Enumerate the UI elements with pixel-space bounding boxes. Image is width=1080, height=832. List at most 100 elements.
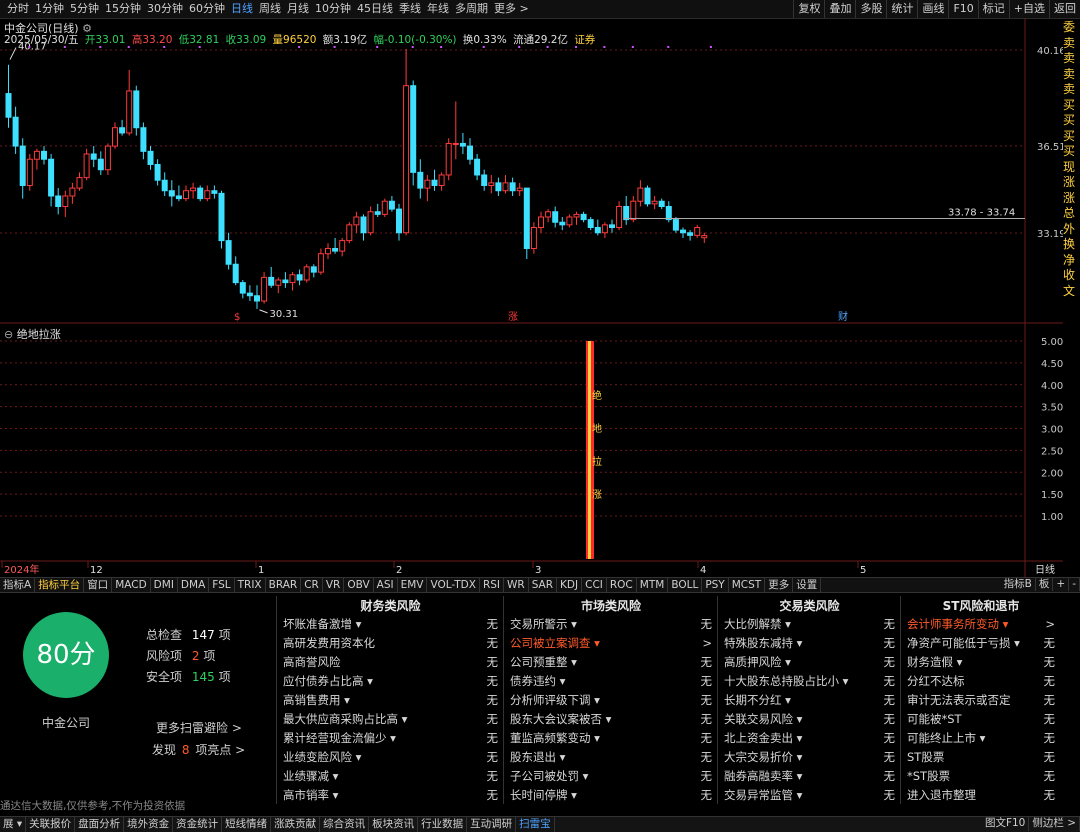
- risk-row[interactable]: 最大供应商采购占比高 ▾ 无: [283, 710, 498, 729]
- period-tab-13[interactable]: 多周期: [452, 0, 491, 18]
- risk-row[interactable]: 交易所警示 ▾ 无: [510, 615, 712, 634]
- risk-row[interactable]: 高质押风险 ▾ 无: [724, 653, 895, 672]
- indicator-tab-0[interactable]: 指标A: [0, 578, 36, 592]
- tool-button-1[interactable]: 叠加: [824, 0, 855, 18]
- risk-row[interactable]: 高销售费用 ▾ 无: [283, 691, 498, 710]
- period-tab-1[interactable]: 1分钟: [32, 0, 67, 18]
- bottom-tab-7[interactable]: 综合资讯: [320, 817, 370, 832]
- indicator-right-tab-1[interactable]: 板: [1036, 577, 1054, 591]
- bottom-tab-6[interactable]: 涨跌贡献: [271, 817, 321, 832]
- period-tab-11[interactable]: 季线: [396, 0, 424, 18]
- indicator-right-tab-2[interactable]: +: [1053, 577, 1070, 591]
- bottom-right-tab-0[interactable]: 图文F10: [982, 816, 1030, 831]
- risk-row[interactable]: *ST股票 无: [907, 767, 1055, 786]
- indicator-tab-3[interactable]: MACD: [112, 578, 151, 592]
- indicator-right-tab-3[interactable]: -: [1069, 577, 1080, 591]
- bottom-right-tab-1[interactable]: 侧边栏 >: [1029, 816, 1080, 831]
- indicator-tab-26[interactable]: 设置: [793, 578, 822, 592]
- risk-row[interactable]: 高市销率 ▾ 无: [283, 786, 498, 805]
- risk-row[interactable]: 债券违约 ▾ 无: [510, 672, 712, 691]
- risk-row[interactable]: 股东大会议案被否 ▾ 无: [510, 710, 712, 729]
- period-tab-14[interactable]: 更多 >: [491, 0, 532, 18]
- highlights-link[interactable]: 发现 8 项亮点 >: [152, 741, 245, 758]
- period-tab-8[interactable]: 月线: [284, 0, 312, 18]
- indicator-tab-1[interactable]: 指标平台: [35, 578, 85, 592]
- indicator-tab-21[interactable]: MTM: [637, 578, 669, 592]
- indicator-tab-25[interactable]: 更多: [765, 578, 794, 592]
- risk-row[interactable]: 业绩变脸风险 ▾ 无: [283, 748, 498, 767]
- indicator-tab-2[interactable]: 窗口: [84, 578, 113, 592]
- tool-button-5[interactable]: F10: [948, 0, 977, 18]
- risk-row[interactable]: 高研发费用资本化 无: [283, 634, 498, 653]
- risk-row[interactable]: 审计无法表示或否定 无: [907, 691, 1055, 710]
- indicator-tab-23[interactable]: PSY: [702, 578, 729, 592]
- risk-row[interactable]: 股东退出 ▾ 无: [510, 748, 712, 767]
- risk-row[interactable]: 长期不分红 ▾ 无: [724, 691, 895, 710]
- bottom-tab-2[interactable]: 盘面分析: [75, 817, 125, 832]
- period-tab-3[interactable]: 15分钟: [102, 0, 144, 18]
- indicator-tab-6[interactable]: FSL: [209, 578, 235, 592]
- indicator-tab-14[interactable]: VOL-TDX: [427, 578, 480, 592]
- indicator-tab-19[interactable]: CCI: [582, 578, 607, 592]
- period-tab-0[interactable]: 分时: [4, 0, 32, 18]
- period-tab-12[interactable]: 年线: [424, 0, 452, 18]
- bottom-tab-8[interactable]: 板块资讯: [369, 817, 419, 832]
- bottom-tab-9[interactable]: 行业数据: [418, 817, 468, 832]
- tool-button-6[interactable]: 标记: [977, 0, 1009, 18]
- risk-row[interactable]: 董监高频繁变动 ▾ 无: [510, 729, 712, 748]
- risk-row[interactable]: 交易异常监管 ▾ 无: [724, 786, 895, 805]
- risk-row[interactable]: 分析师评级下调 ▾ 无: [510, 691, 712, 710]
- tool-button-4[interactable]: 画线: [917, 0, 948, 18]
- indicator-tab-17[interactable]: SAR: [529, 578, 558, 592]
- risk-row[interactable]: 进入退市整理 无: [907, 786, 1055, 805]
- tool-button-3[interactable]: 统计: [886, 0, 917, 18]
- indicator-tab-5[interactable]: DMA: [178, 578, 210, 592]
- more-risk-link[interactable]: 更多扫雷避险 >: [156, 719, 242, 736]
- risk-row[interactable]: 累计经营现金流偏少 ▾ 无: [283, 729, 498, 748]
- risk-row[interactable]: 融券高融卖率 ▾ 无: [724, 767, 895, 786]
- period-tab-9[interactable]: 10分钟: [312, 0, 354, 18]
- bottom-tab-5[interactable]: 短线情绪: [222, 817, 272, 832]
- tool-button-0[interactable]: 复权: [793, 0, 824, 18]
- risk-row[interactable]: 高商誉风险 无: [283, 653, 498, 672]
- risk-row[interactable]: 特殊股东减持 ▾ 无: [724, 634, 895, 653]
- risk-row[interactable]: 十大股东总持股占比小 ▾ 无: [724, 672, 895, 691]
- period-tab-5[interactable]: 60分钟: [186, 0, 228, 18]
- indicator-tab-9[interactable]: CR: [301, 578, 323, 592]
- risk-row[interactable]: 大比例解禁 ▾ 无: [724, 615, 895, 634]
- risk-row[interactable]: 分红不达标 无: [907, 672, 1055, 691]
- indicator-tab-22[interactable]: BOLL: [668, 578, 703, 592]
- period-tab-7[interactable]: 周线: [256, 0, 284, 18]
- indicator-tab-16[interactable]: WR: [504, 578, 529, 592]
- risk-row[interactable]: 关联交易风险 ▾ 无: [724, 710, 895, 729]
- risk-row[interactable]: 坏账准备激增 ▾ 无: [283, 615, 498, 634]
- risk-row[interactable]: 净资产可能低于亏损 ▾ 无: [907, 634, 1055, 653]
- period-tab-10[interactable]: 45日线: [354, 0, 396, 18]
- risk-row[interactable]: 应付债券占比高 ▾ 无: [283, 672, 498, 691]
- risk-row[interactable]: 大宗交易折价 ▾ 无: [724, 748, 895, 767]
- bottom-tab-1[interactable]: 关联报价: [26, 817, 76, 832]
- tool-button-2[interactable]: 多股: [855, 0, 886, 18]
- indicator-tab-13[interactable]: EMV: [398, 578, 428, 592]
- risk-row[interactable]: 公司被立案调查 ▾ >: [510, 634, 712, 653]
- risk-row[interactable]: 可能被*ST 无: [907, 710, 1055, 729]
- indicator-tab-20[interactable]: ROC: [607, 578, 637, 592]
- indicator-tab-24[interactable]: MCST: [729, 578, 766, 592]
- risk-row[interactable]: 业绩骤减 ▾ 无: [283, 767, 498, 786]
- indicator-right-tab-0[interactable]: 指标B: [1001, 577, 1036, 591]
- bottom-tab-10[interactable]: 互动调研: [467, 817, 517, 832]
- indicator-tab-4[interactable]: DMI: [151, 578, 178, 592]
- indicator-tab-15[interactable]: RSI: [480, 578, 504, 592]
- risk-row[interactable]: ST股票 无: [907, 748, 1055, 767]
- indicator-tab-18[interactable]: KDJ: [557, 578, 583, 592]
- tool-button-7[interactable]: +自选: [1008, 0, 1049, 18]
- bottom-tab-3[interactable]: 境外资金: [124, 817, 174, 832]
- risk-row[interactable]: 会计师事务所变动 ▾ >: [907, 615, 1055, 634]
- risk-score-circle[interactable]: 80分: [23, 612, 109, 698]
- risk-row[interactable]: 公司预重整 ▾ 无: [510, 653, 712, 672]
- indicator-tab-7[interactable]: TRIX: [235, 578, 266, 592]
- indicator-tab-8[interactable]: BRAR: [266, 578, 302, 592]
- tool-button-8[interactable]: 返回: [1049, 0, 1080, 18]
- indicator-tab-11[interactable]: OBV: [344, 578, 374, 592]
- bottom-tab-4[interactable]: 资金统计: [173, 817, 223, 832]
